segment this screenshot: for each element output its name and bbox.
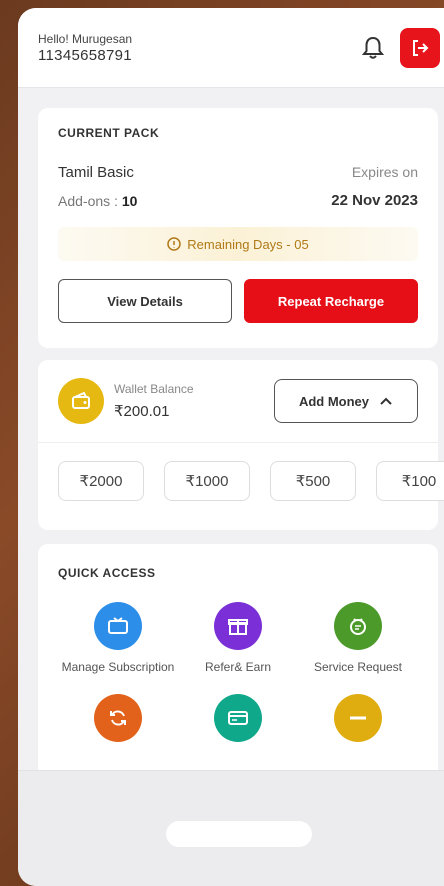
logout-button[interactable] (400, 27, 440, 68)
expires-date: 22 Nov 2023 (331, 192, 418, 209)
wallet-card: Wallet Balance ₹200.01 Add Money ₹2000 ₹… (38, 360, 444, 530)
logout-icon (413, 39, 429, 56)
remaining-days-text: Remaining Days - 05 (187, 236, 309, 252)
app-screen: Hello! Murugesan 11345658791 CURRENT PAC… (18, 8, 444, 886)
divider (38, 442, 438, 443)
quick-access-label: Service Request (313, 660, 403, 674)
greeting-text: Hello! Murugesan (38, 32, 133, 46)
quick-access-item[interactable] (58, 694, 178, 742)
wallet-balance-label: Wallet Balance (114, 382, 194, 396)
refresh-icon (94, 694, 142, 742)
minus-icon (334, 694, 382, 742)
wallet-balance-amount: ₹200.01 (114, 403, 170, 420)
quick-access-service-request[interactable]: Service Request (298, 602, 418, 676)
quick-access-grid: Manage Subscription Refer& Earn Service … (58, 602, 418, 742)
header-actions (360, 27, 440, 68)
pack-actions: View Details Repeat Recharge (58, 279, 418, 323)
info-icon (167, 237, 182, 251)
addons-label: Add-ons : (58, 193, 118, 209)
quick-amounts: ₹2000 ₹1000 ₹500 ₹100 (58, 461, 444, 501)
add-money-button[interactable]: Add Money (274, 379, 418, 423)
account-number: 11345658791 (38, 47, 132, 64)
gift-icon (214, 602, 262, 650)
chevron-up-icon (380, 397, 392, 405)
repeat-recharge-button[interactable]: Repeat Recharge (244, 279, 418, 323)
remaining-days-banner: Remaining Days - 05 (58, 227, 418, 261)
add-money-label: Add Money (298, 393, 370, 409)
quick-access-refer-earn[interactable]: Refer& Earn (178, 602, 298, 676)
wallet-summary: Wallet Balance ₹200.01 Add Money (58, 378, 418, 424)
wallet-icon (58, 378, 104, 424)
pack-details: Tamil Basic Add-ons : 10 Expires on 22 N… (58, 164, 418, 209)
view-details-button[interactable]: View Details (58, 279, 233, 323)
quick-access-title: QUICK ACCESS (58, 566, 156, 580)
addons-info: Add-ons : 10 (58, 193, 137, 209)
amount-chip-500[interactable]: ₹500 (270, 461, 356, 501)
quick-access-manage-subscription[interactable]: Manage Subscription (58, 602, 178, 676)
user-info: Hello! Murugesan 11345658791 (38, 31, 132, 64)
quick-access-card: QUICK ACCESS Manage Subscription Refer& … (38, 544, 438, 804)
card-icon (214, 694, 262, 742)
bell-icon[interactable] (360, 35, 386, 61)
quick-access-label: Manage Subscription (61, 660, 175, 674)
current-pack-card: CURRENT PACK Tamil Basic Add-ons : 10 Ex… (38, 108, 438, 348)
bottom-bar (18, 770, 444, 886)
amount-chip-1000[interactable]: ₹1000 (164, 461, 250, 501)
tv-icon (94, 602, 142, 650)
addons-count: 10 (121, 193, 138, 209)
pack-name: Tamil Basic (58, 164, 134, 181)
wallet-balance-info: Wallet Balance ₹200.01 (58, 378, 194, 424)
home-indicator[interactable] (166, 821, 312, 847)
quick-access-item[interactable] (298, 694, 418, 742)
expires-label: Expires on (351, 164, 418, 180)
support-icon (334, 602, 382, 650)
quick-access-label: Refer& Earn (204, 660, 272, 674)
amount-chip-100[interactable]: ₹100 (376, 461, 444, 501)
current-pack-title: CURRENT PACK (58, 126, 160, 140)
quick-access-item[interactable] (178, 694, 298, 742)
amount-chip-2000[interactable]: ₹2000 (58, 461, 144, 501)
app-header: Hello! Murugesan 11345658791 (18, 8, 444, 88)
